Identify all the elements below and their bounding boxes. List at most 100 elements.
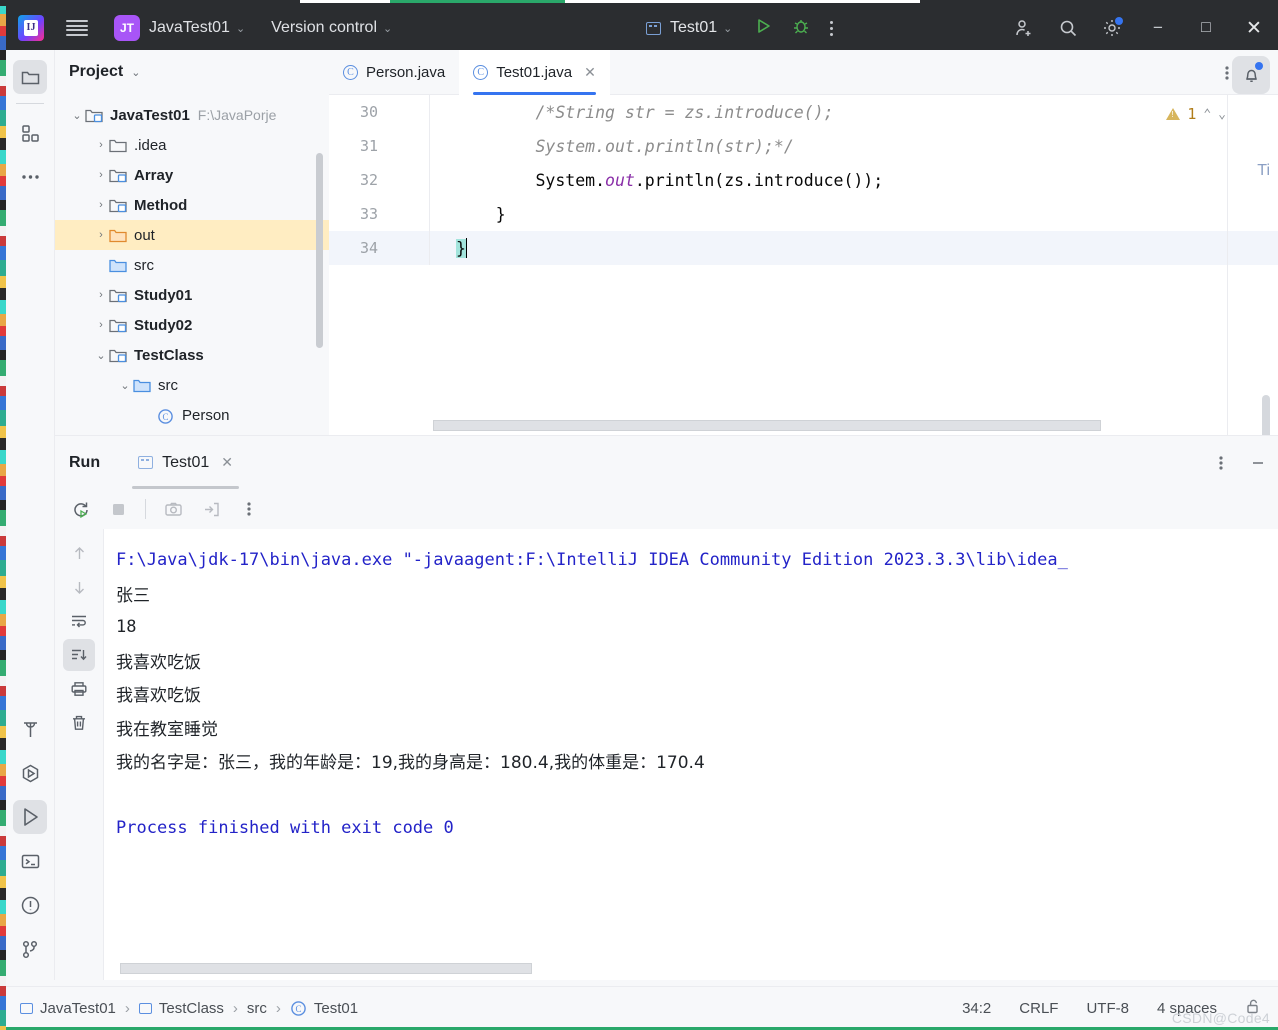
caret-position[interactable]: 34:2 xyxy=(962,1000,991,1017)
tree-node-study02[interactable]: › Study02 xyxy=(55,310,329,340)
tree-node-person[interactable]: C Person xyxy=(55,400,329,430)
chevron-down-icon[interactable]: ⌄ xyxy=(131,66,140,79)
chevron-down-icon[interactable]: ⌄ xyxy=(236,22,245,35)
scroll-to-end-button[interactable] xyxy=(63,639,95,671)
close-window-button[interactable]: ✕ xyxy=(1230,6,1278,50)
chevron-down-icon[interactable]: ⌄ xyxy=(1218,107,1226,122)
breadcrumb-item[interactable]: JavaTest01 xyxy=(20,1000,116,1017)
minimize-icon[interactable] xyxy=(1238,436,1278,489)
expand-arrow-icon[interactable]: ⌄ xyxy=(117,379,133,392)
tree-node-idea[interactable]: › .idea xyxy=(55,130,329,160)
fold-gutter[interactable] xyxy=(392,95,430,129)
sidebar-item-more[interactable] xyxy=(13,160,47,194)
stop-button[interactable] xyxy=(101,494,135,524)
code-line[interactable]: 32 System.out.println(zs.introduce()); xyxy=(329,163,1278,197)
tree-node-array[interactable]: › Array xyxy=(55,160,329,190)
expand-arrow-icon[interactable]: › xyxy=(93,289,109,301)
editor-tab-personjava[interactable]: C Person.java xyxy=(329,50,459,95)
expand-arrow-icon[interactable]: › xyxy=(93,319,109,331)
chevron-down-icon[interactable]: ⌄ xyxy=(383,22,392,35)
run-tab-test01[interactable]: Test01 ✕ xyxy=(132,436,239,489)
sidebar-item-services[interactable] xyxy=(13,756,47,790)
console-gutter-toolbar xyxy=(55,529,104,980)
sidebar-item-run[interactable] xyxy=(13,800,47,834)
sidebar-item-terminal[interactable] xyxy=(13,844,47,878)
scroll-down-button[interactable] xyxy=(63,571,95,603)
tree-node-src[interactable]: ⌄ src xyxy=(55,370,329,400)
code-line[interactable]: 31 System.out.println(str);*/ xyxy=(329,129,1278,163)
line-number: 34 xyxy=(359,239,378,257)
code-line[interactable]: 30 /*String str = zs.introduce(); xyxy=(329,95,1278,129)
close-icon[interactable]: ✕ xyxy=(221,454,233,471)
fold-gutter[interactable] xyxy=(392,129,430,163)
more-vertical-icon[interactable] xyxy=(1204,436,1238,489)
run-config-name[interactable]: Test01 xyxy=(670,19,717,37)
tree-node-testclass[interactable]: ⌄ TestClass xyxy=(55,340,329,370)
line-separator[interactable]: CRLF xyxy=(1019,1000,1058,1017)
sidebar-item-problems[interactable] xyxy=(13,888,47,922)
tree-node-src[interactable]: src xyxy=(55,250,329,280)
expand-arrow-icon[interactable]: › xyxy=(93,229,109,241)
maximize-window-button[interactable]: □ xyxy=(1182,6,1230,50)
project-scrollbar[interactable] xyxy=(316,153,323,348)
expand-arrow-icon[interactable]: ⌄ xyxy=(69,109,85,122)
dump-threads-button[interactable] xyxy=(194,494,228,524)
line-number: 32 xyxy=(359,171,378,189)
inspection-widget[interactable]: 1 ⌃ ⌄ xyxy=(1166,105,1226,123)
tree-node-method[interactable]: › Method xyxy=(55,190,329,220)
fold-gutter[interactable] xyxy=(392,197,430,231)
expand-arrow-icon[interactable]: › xyxy=(93,139,109,151)
debug-icon[interactable] xyxy=(792,17,810,39)
chevron-down-icon[interactable]: ⌄ xyxy=(723,22,732,35)
code-content[interactable]: 30 /*String str = zs.introduce(); 31 Syst… xyxy=(329,95,1278,435)
editor-horizontal-scrollbar[interactable] xyxy=(433,420,1101,431)
console-horizontal-scrollbar[interactable] xyxy=(120,963,532,974)
hamburger-menu-icon[interactable] xyxy=(66,20,88,36)
minimize-window-button[interactable]: − xyxy=(1134,6,1182,50)
version-control-menu[interactable]: Version control xyxy=(271,19,377,37)
settings-gear-icon[interactable] xyxy=(1090,6,1134,50)
project-tree[interactable]: ⌄ JavaTest01 F:\JavaPorje › .idea › Array › Meth… xyxy=(55,94,329,430)
breadcrumb-item[interactable]: TestClass xyxy=(138,1000,224,1017)
soft-wrap-button[interactable] xyxy=(63,605,95,637)
chevron-up-icon[interactable]: ⌃ xyxy=(1203,107,1211,122)
expand-arrow-icon[interactable]: ⌄ xyxy=(93,349,109,362)
fold-gutter[interactable] xyxy=(392,163,430,197)
clear-all-button[interactable] xyxy=(63,707,95,739)
code-line[interactable]: 34} xyxy=(329,231,1278,265)
expand-arrow-icon[interactable]: › xyxy=(93,199,109,211)
breadcrumb-item[interactable]: C Test01 xyxy=(290,1000,358,1017)
more-options-button[interactable] xyxy=(232,494,266,524)
tree-node-label: Person xyxy=(182,406,230,424)
add-user-icon[interactable] xyxy=(1002,6,1046,50)
tree-node-javatest01[interactable]: ⌄ JavaTest01 F:\JavaPorje xyxy=(55,100,329,130)
breadcrumb[interactable]: JavaTest01 › TestClass › src › C Test01 xyxy=(6,1000,358,1017)
editor-tab-test01java[interactable]: C Test01.java ✕ xyxy=(459,49,610,95)
tree-node-out[interactable]: › out xyxy=(55,220,329,250)
scroll-up-button[interactable] xyxy=(63,537,95,569)
sidebar-item-structure[interactable] xyxy=(13,116,47,150)
expand-arrow-icon[interactable]: › xyxy=(93,169,109,181)
notifications-button[interactable] xyxy=(1232,56,1270,94)
fold-gutter[interactable] xyxy=(392,231,430,265)
print-button[interactable] xyxy=(63,673,95,705)
rerun-button[interactable] xyxy=(63,494,97,524)
sidebar-item-build[interactable] xyxy=(13,712,47,746)
screenshot-button[interactable] xyxy=(156,494,190,524)
close-icon[interactable]: ✕ xyxy=(584,64,596,81)
run-icon[interactable] xyxy=(754,17,772,39)
code-line[interactable]: 33 } xyxy=(329,197,1278,231)
project-name-label[interactable]: JavaTest01 xyxy=(149,19,230,37)
status-bar: JavaTest01 › TestClass › src › C Test01 34:2 CR… xyxy=(6,986,1278,1030)
run-config-icon xyxy=(138,456,154,469)
breadcrumb-item[interactable]: src xyxy=(247,1000,267,1017)
sidebar-item-git[interactable] xyxy=(13,932,47,966)
editor-vertical-scrollbar[interactable] xyxy=(1262,395,1270,435)
sidebar-item-project[interactable] xyxy=(13,60,47,94)
more-vertical-icon[interactable] xyxy=(830,20,834,36)
console-output[interactable]: F:\Java\jdk-17\bin\java.exe "-javaagent:… xyxy=(104,529,1278,980)
tree-node-study01[interactable]: › Study01 xyxy=(55,280,329,310)
file-encoding[interactable]: UTF-8 xyxy=(1086,1000,1129,1017)
search-icon[interactable] xyxy=(1046,6,1090,50)
